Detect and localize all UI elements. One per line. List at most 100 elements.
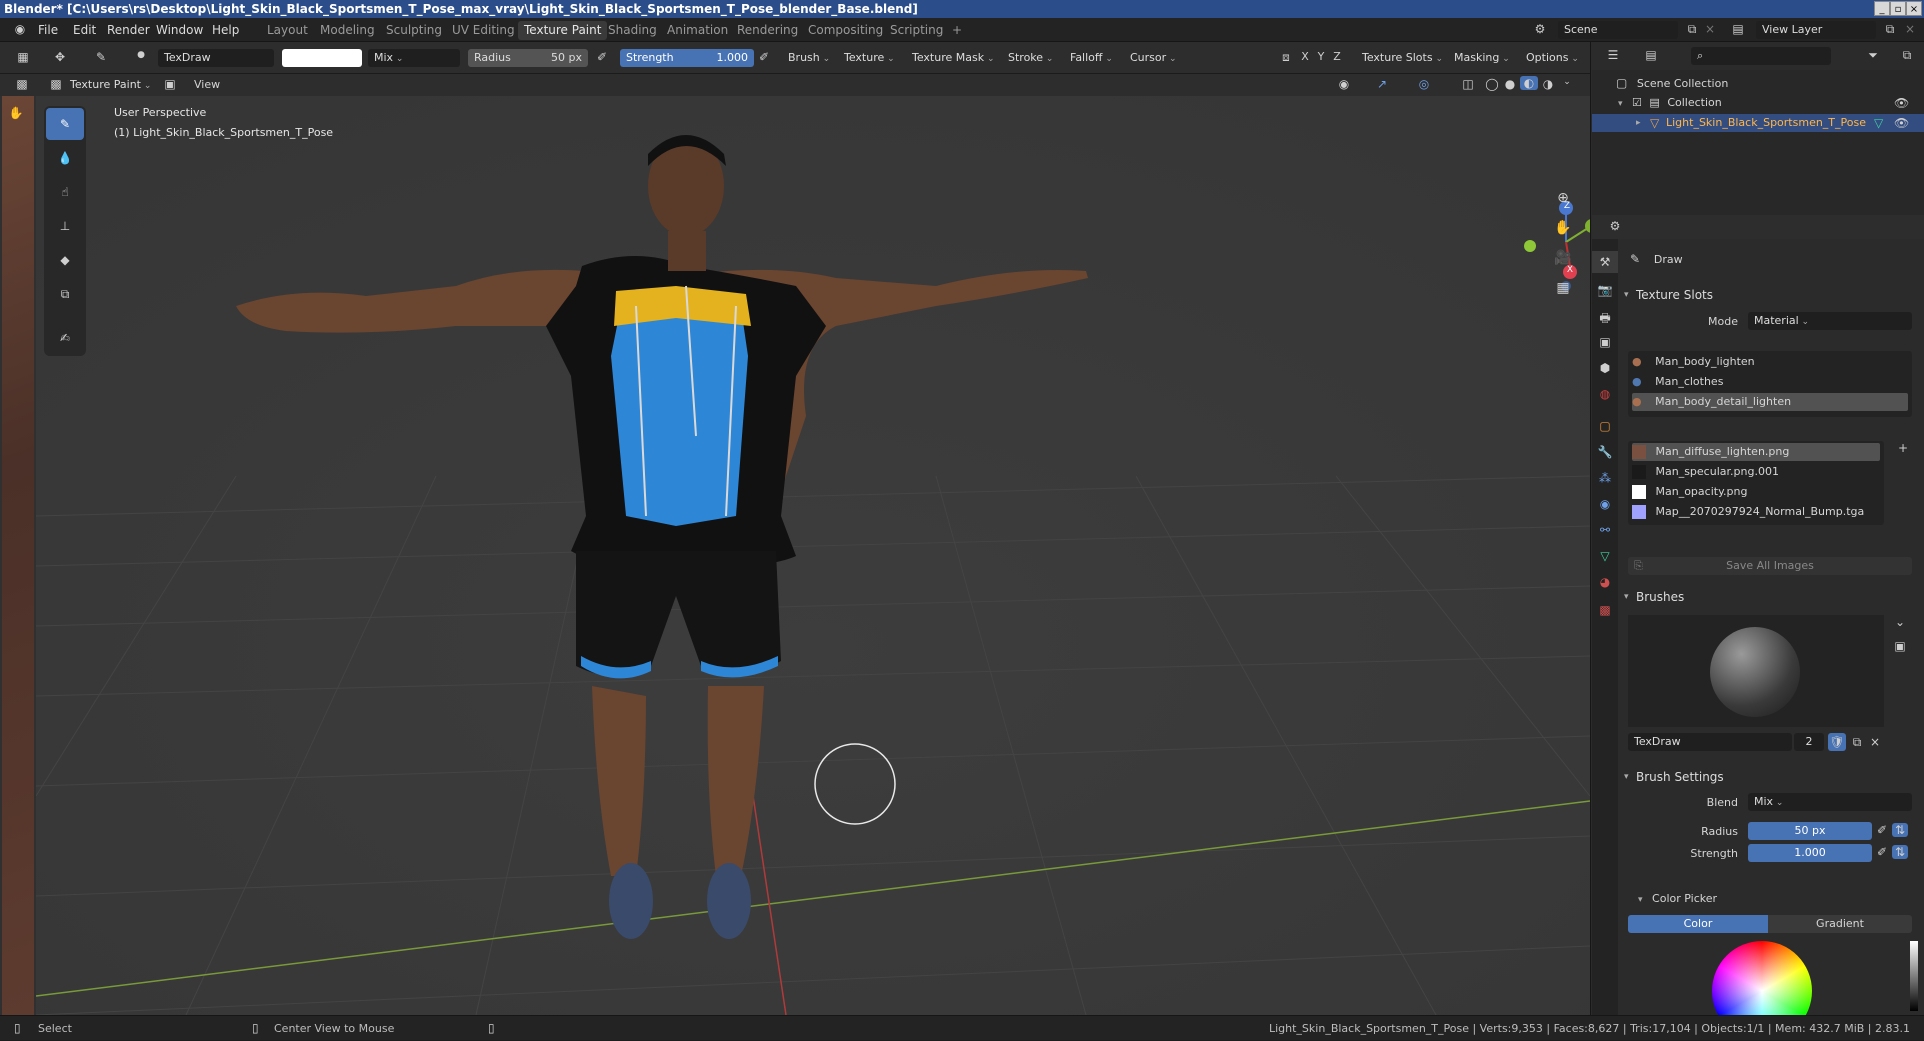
blend-dropdown[interactable]: Mix bbox=[368, 49, 460, 67]
image-slot-item[interactable]: Map__2070297924_Normal_Bump.tga bbox=[1632, 503, 1880, 521]
annotate-tool-button[interactable]: ✍ bbox=[46, 322, 84, 354]
radius-pressure-icon[interactable]: ✐ bbox=[594, 50, 610, 64]
mirror-x-toggle[interactable]: X bbox=[1298, 50, 1312, 63]
wireframe-shading-icon[interactable]: ◯ bbox=[1484, 77, 1500, 91]
visibility-icon[interactable]: ◉ bbox=[1334, 77, 1354, 91]
texture-tab-icon[interactable]: ▩ bbox=[1592, 603, 1618, 617]
strength-pressure-icon[interactable]: ✐ bbox=[1874, 845, 1890, 859]
brushes-panel-header[interactable]: ▾ Brushes bbox=[1618, 585, 1924, 609]
view-layer-tab-icon[interactable]: ▣ bbox=[1592, 335, 1618, 349]
unlink-brush-icon[interactable]: × bbox=[1866, 733, 1884, 751]
duplicate-brush-icon[interactable]: ⧉ bbox=[1848, 733, 1866, 751]
add-workspace-icon[interactable]: + bbox=[946, 21, 968, 40]
options-menu[interactable]: Options bbox=[1520, 49, 1585, 67]
expand-icon[interactable]: ▾ bbox=[1618, 99, 1623, 109]
close-button[interactable]: × bbox=[1906, 1, 1922, 16]
outliner-row-collection[interactable]: ▾ ☑ ▤ Collection bbox=[1618, 94, 1722, 112]
constraints-tab-icon[interactable]: ⚯ bbox=[1592, 523, 1618, 537]
menu-file[interactable]: File bbox=[38, 18, 58, 42]
properties-editor-icon[interactable]: ⚙ bbox=[1602, 219, 1628, 233]
solid-shading-icon[interactable]: ● bbox=[1502, 77, 1518, 91]
radius-unit-icon[interactable]: ⇅ bbox=[1892, 823, 1908, 837]
image-slot-item-active[interactable]: Man_diffuse_lighten.png bbox=[1632, 443, 1880, 461]
data-tab-icon[interactable]: ▽ bbox=[1592, 549, 1618, 563]
physics-tab-icon[interactable]: ◉ bbox=[1592, 497, 1618, 511]
fill-tool-button[interactable]: ◆ bbox=[46, 244, 84, 276]
paint-mode-icon[interactable]: ▩ bbox=[14, 77, 30, 91]
zoom-icon[interactable]: ⊕ bbox=[1552, 190, 1574, 206]
texture-slots-panel-header[interactable]: ▾ Texture Slots bbox=[1618, 283, 1924, 307]
brush-list-chevron-icon[interactable]: ⌄ bbox=[1890, 615, 1910, 629]
pan-hand-icon[interactable]: ✋ bbox=[1552, 220, 1574, 236]
color-picker-subpanel-header[interactable]: ▾ Color Picker bbox=[1638, 889, 1717, 909]
stroke-menu[interactable]: Stroke bbox=[1002, 49, 1059, 67]
delete-view-layer-icon[interactable]: × bbox=[1902, 22, 1918, 36]
new-collection-icon[interactable]: ⧉ bbox=[1897, 48, 1917, 63]
tool-settings-icon[interactable]: ✥ bbox=[48, 50, 72, 64]
mode-dropdown[interactable]: Material bbox=[1748, 312, 1912, 330]
strength-unit-icon[interactable]: ⇅ bbox=[1892, 845, 1908, 859]
object-eye-icon[interactable]: 👁 bbox=[1894, 114, 1909, 132]
brush-name-field[interactable]: TexDraw bbox=[158, 49, 274, 67]
brush-image-icon[interactable]: ▣ bbox=[1890, 639, 1910, 653]
checkbox-icon[interactable]: ☑ bbox=[1632, 96, 1642, 109]
blend-dropdown[interactable]: Mix bbox=[1748, 793, 1912, 811]
blender-logo-icon[interactable]: ◉ bbox=[12, 22, 28, 36]
image-slot-item[interactable]: Man_opacity.png bbox=[1632, 483, 1880, 501]
strength-field[interactable]: Strength 1.000 bbox=[620, 49, 754, 67]
new-view-layer-icon[interactable]: ⧉ bbox=[1882, 22, 1898, 37]
filter-icon[interactable]: ⏷ bbox=[1863, 48, 1883, 63]
scene-tab-icon[interactable]: ⬢ bbox=[1592, 361, 1618, 375]
mirror-y-toggle[interactable]: Y bbox=[1314, 50, 1328, 63]
color-tab[interactable]: Color bbox=[1628, 915, 1768, 933]
tab-compositing[interactable]: Compositing bbox=[802, 21, 889, 40]
cursor-menu[interactable]: Cursor bbox=[1124, 49, 1183, 67]
smear-tool-button[interactable]: ☝ bbox=[46, 176, 84, 208]
outliner-row-object[interactable]: ▸ ▽ Light_Skin_Black_Sportsmen_T_Pose ▽ … bbox=[1592, 114, 1924, 132]
texture-menu[interactable]: Texture bbox=[838, 49, 901, 67]
output-tab-icon[interactable]: 🖶 bbox=[1592, 309, 1618, 330]
texture-mask-menu[interactable]: Texture Mask bbox=[906, 49, 1001, 67]
save-all-images-button[interactable]: ⎘ Save All Images bbox=[1628, 557, 1912, 575]
tab-texture-paint[interactable]: Texture Paint bbox=[518, 21, 608, 40]
particles-tab-icon[interactable]: ⁂ bbox=[1592, 471, 1618, 485]
view-menu[interactable]: View bbox=[194, 76, 220, 94]
brush-preview[interactable] bbox=[1628, 615, 1884, 727]
soften-tool-button[interactable]: 💧 bbox=[46, 142, 84, 174]
scene-icon[interactable]: ⚙ bbox=[1530, 22, 1550, 36]
outliner-editor-icon[interactable]: ☰ bbox=[1603, 48, 1623, 62]
expand-object-icon[interactable]: ▸ bbox=[1636, 114, 1641, 132]
menu-edit[interactable]: Edit bbox=[73, 18, 96, 42]
brush-dot-icon[interactable]: ● bbox=[134, 50, 148, 60]
brush-users-count[interactable]: 2 bbox=[1794, 733, 1824, 751]
radius-slider[interactable]: 50 px bbox=[1748, 822, 1872, 840]
clone-tool-button[interactable]: ⊥ bbox=[46, 210, 84, 242]
material-tab-icon[interactable]: ◕ bbox=[1592, 575, 1618, 589]
modifier-tab-icon[interactable]: 🔧 bbox=[1592, 445, 1618, 459]
color-wheel[interactable] bbox=[1712, 941, 1812, 1015]
overlay-icon[interactable]: ◎ bbox=[1414, 77, 1434, 91]
shading-options-icon[interactable]: ⌄ bbox=[1560, 77, 1574, 87]
tool-tab-icon[interactable]: ⚒ bbox=[1592, 251, 1618, 273]
material-slot-item[interactable]: ● Man_clothes bbox=[1632, 373, 1908, 391]
tab-rendering[interactable]: Rendering bbox=[731, 21, 804, 40]
radius-pressure-icon[interactable]: ✐ bbox=[1874, 823, 1890, 837]
display-mode-icon[interactable]: ▤ bbox=[1641, 48, 1661, 62]
delete-scene-icon[interactable]: × bbox=[1702, 22, 1718, 36]
masking-menu[interactable]: Masking bbox=[1448, 49, 1516, 67]
symmetry-icon[interactable]: ⧈ bbox=[1278, 50, 1294, 65]
3d-viewport[interactable]: Z Y X User Perspective (1) Light_Skin_Bl… bbox=[36, 96, 1590, 1015]
tab-layout[interactable]: Layout bbox=[261, 21, 314, 40]
menu-help[interactable]: Help bbox=[212, 18, 239, 42]
new-scene-icon[interactable]: ⧉ bbox=[1684, 22, 1700, 37]
fake-user-shield-icon[interactable]: 🛡 bbox=[1828, 733, 1846, 751]
mode-dropdown[interactable]: Texture Paint bbox=[64, 76, 157, 94]
ortho-grid-icon[interactable]: ▦ bbox=[1552, 280, 1574, 296]
tab-shading[interactable]: Shading bbox=[602, 21, 663, 40]
editor-type-icon[interactable]: ▦ bbox=[14, 50, 32, 64]
strength-slider[interactable]: 1.000 bbox=[1748, 844, 1872, 862]
minimize-button[interactable]: _ bbox=[1874, 1, 1890, 16]
scene-field[interactable]: Scene bbox=[1558, 21, 1678, 39]
radius-field[interactable]: Radius 50 px bbox=[468, 49, 588, 67]
menu-window[interactable]: Window bbox=[156, 18, 203, 42]
